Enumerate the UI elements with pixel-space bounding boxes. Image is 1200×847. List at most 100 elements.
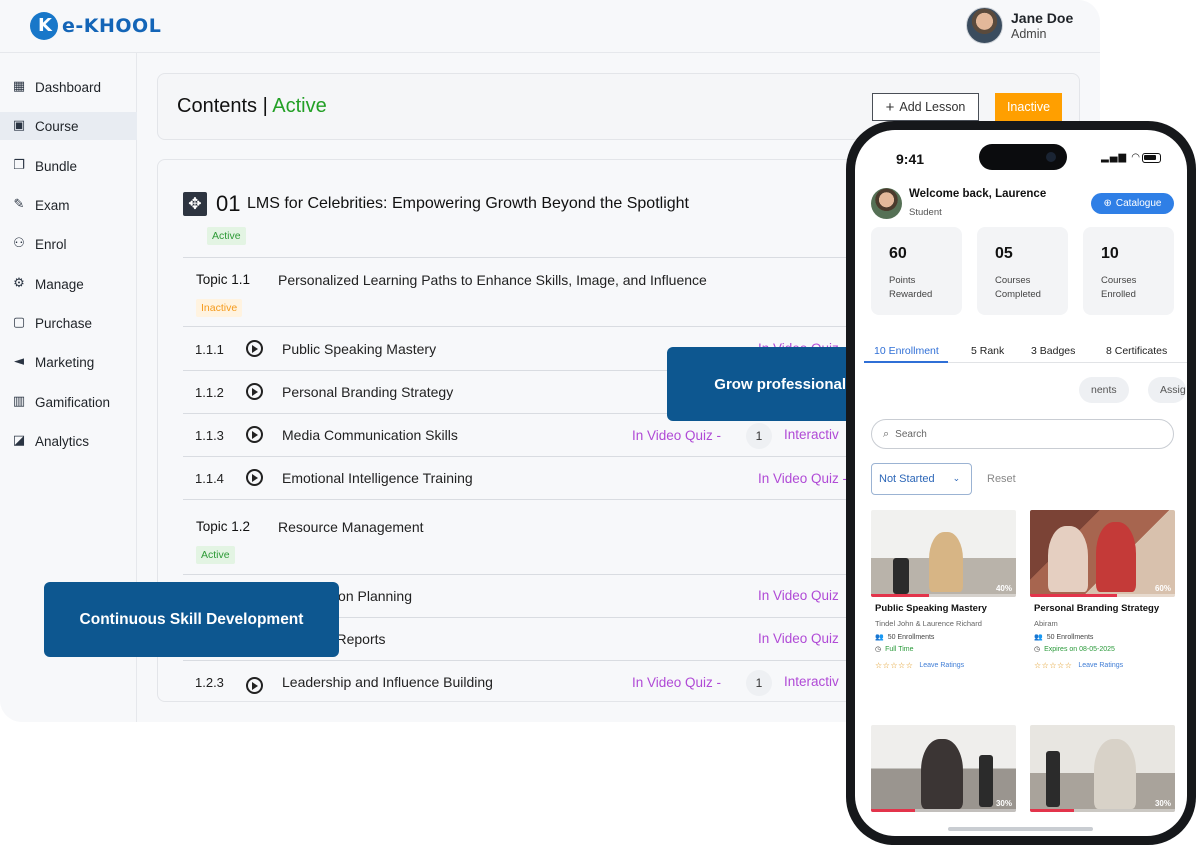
topic-title: Resource Management xyxy=(278,519,424,535)
sidebar-item-label: Purchase xyxy=(35,315,93,331)
row-number: 1.1.2 xyxy=(195,385,224,400)
lesson-title: LMS for Celebrities: Empowering Growth B… xyxy=(247,195,689,212)
camera-figure xyxy=(1046,751,1060,807)
in-video-quiz-label: In Video Quiz - xyxy=(758,471,848,486)
course-card[interactable]: 30% xyxy=(1030,725,1175,812)
dynamic-island xyxy=(979,144,1067,170)
enrol-icon: ⚇ xyxy=(13,236,25,251)
top-bar: e-KHOOL Jane Doe Admin xyxy=(0,0,1100,53)
inactive-button[interactable]: Inactive xyxy=(995,93,1062,121)
sidebar-item-dashboard[interactable]: ▦ Dashboard xyxy=(0,73,137,101)
interactive-label: Interactiv xyxy=(784,427,839,442)
add-lesson-label: Add Lesson xyxy=(899,100,966,114)
search-icon: ⌕ xyxy=(883,427,890,440)
person-figure xyxy=(921,739,963,809)
sidebar-item-course[interactable]: ▣ Course xyxy=(0,112,137,140)
drag-move-icon[interactable]: ✥ xyxy=(183,192,207,216)
tab-rank[interactable]: 5 Rank xyxy=(971,345,1004,357)
row-title[interactable]: Leadership and Influence Building xyxy=(282,674,493,690)
sidebar-item-purchase[interactable]: ▢ Purchase xyxy=(0,309,137,337)
in-video-quiz-label: In Video Quiz - xyxy=(632,428,722,443)
marketing-icon: ◄ xyxy=(14,354,24,369)
tab-badges[interactable]: 3 Badges xyxy=(1031,345,1075,357)
filter-pill[interactable]: Assig xyxy=(1148,377,1186,403)
status-filter-value: Not Started xyxy=(879,473,935,485)
add-lesson-button[interactable]: + Add Lesson xyxy=(872,93,979,121)
manage-icon: ⚙ xyxy=(13,276,25,291)
in-video-quiz-label: In Video Quiz xyxy=(758,631,839,646)
progress-percent: 60% xyxy=(1154,584,1171,593)
user-role: Admin xyxy=(1011,27,1047,41)
clock-icon: ◷ xyxy=(1034,646,1041,653)
sidebar-item-enrol[interactable]: ⚇ Enrol xyxy=(0,230,137,258)
signal-wifi-icon: ▂▄▆ ◠ xyxy=(1101,152,1141,163)
battery-icon xyxy=(1142,153,1161,163)
dashboard-icon: ▦ xyxy=(12,79,26,94)
status-badge: Active xyxy=(207,227,246,245)
callout-banner-bottom: Continuous Skill Development xyxy=(44,582,339,657)
play-icon[interactable] xyxy=(246,340,263,357)
row-number: 1.1.3 xyxy=(195,428,224,443)
users-icon: 👥 xyxy=(875,634,884,641)
course-title: Public Speaking Mastery xyxy=(875,603,987,614)
row-title[interactable]: Personal Branding Strategy xyxy=(282,384,453,400)
course-access: ◷ Full Time xyxy=(871,645,1016,654)
gamification-icon: ▥ xyxy=(12,394,26,409)
leave-ratings-link[interactable]: Leave Ratings xyxy=(1078,662,1123,669)
progress-percent: 40% xyxy=(995,584,1012,593)
row-number: 1.2.3 xyxy=(195,675,224,690)
plus-icon: + xyxy=(885,98,895,116)
status-filter-select[interactable]: Not Started ⌄ xyxy=(871,463,972,495)
home-indicator xyxy=(948,827,1093,831)
course-card[interactable]: 30% xyxy=(871,725,1016,812)
course-card[interactable]: 40% Public Speaking Mastery Tindel John … xyxy=(871,510,1016,670)
camera-figure xyxy=(979,755,993,807)
tab-certificates[interactable]: 8 Certificates xyxy=(1106,345,1167,357)
sidebar-item-bundle[interactable]: ❐ Bundle xyxy=(0,152,137,180)
sidebar-item-gamification[interactable]: ▥ Gamification xyxy=(0,388,137,416)
stat-card: 10 Courses Enrolled xyxy=(1083,227,1174,315)
stat-label: Points Rewarded xyxy=(889,275,933,300)
sidebar-item-label: Gamification xyxy=(35,394,111,410)
enrollments-text: 50 Enrollments xyxy=(887,633,935,641)
topic-title: Personalized Learning Paths to Enhance S… xyxy=(278,272,707,288)
person-figure xyxy=(1094,739,1136,809)
brand-logo[interactable]: e-KHOOL xyxy=(30,12,161,40)
leave-ratings-link[interactable]: Leave Ratings xyxy=(919,662,964,669)
star-rating-icon: ☆☆☆☆☆ xyxy=(875,661,914,670)
globe-icon: ⊕ xyxy=(1103,198,1112,209)
status-badge: Inactive xyxy=(196,299,243,317)
course-author: Tindel John & Laurence Richard xyxy=(875,619,982,628)
row-title[interactable]: Emotional Intelligence Training xyxy=(282,470,473,486)
stat-label: Courses Enrolled xyxy=(1101,275,1137,300)
screenshot-stage: e-KHOOL Jane Doe Admin ▦ Dashboard ▣ Cours… xyxy=(0,0,1200,847)
search-input[interactable]: ⌕ Search xyxy=(871,419,1174,449)
play-icon[interactable] xyxy=(246,426,263,443)
bundle-icon: ❐ xyxy=(13,158,25,173)
play-icon[interactable] xyxy=(246,469,263,486)
sidebar-item-manage[interactable]: ⚙ Manage xyxy=(0,270,137,298)
welcome-text: Welcome back, Laurence xyxy=(909,188,1047,200)
play-icon[interactable] xyxy=(246,383,263,400)
row-title[interactable]: Public Speaking Mastery xyxy=(282,341,436,357)
course-card[interactable]: 60% Personal Branding Strategy Abiram 👥 5… xyxy=(1030,510,1175,670)
access-text: Full Time xyxy=(885,645,914,653)
in-video-quiz-label: In Video Quiz xyxy=(758,588,839,603)
stat-value: 05 xyxy=(995,245,1013,262)
sidebar-item-marketing[interactable]: ◄ Marketing xyxy=(0,348,137,376)
status-time: 9:41 xyxy=(896,151,925,167)
sidebar-item-analytics[interactable]: ◪ Analytics xyxy=(0,427,137,455)
catalogue-button[interactable]: ⊕ Catalogue xyxy=(1091,193,1174,214)
user-profile[interactable]: Jane Doe Admin xyxy=(966,7,1073,44)
course-rating: ☆☆☆☆☆ Leave Ratings xyxy=(1030,661,1175,670)
camera-figure xyxy=(893,558,909,594)
user-role: Student xyxy=(909,207,942,218)
access-text: Expires on 08-05-2025 xyxy=(1044,645,1115,653)
row-title[interactable]: Media Communication Skills xyxy=(282,427,458,443)
tab-enrollment[interactable]: 10 Enrollment xyxy=(874,345,939,357)
filter-pill[interactable]: nents xyxy=(1079,377,1129,403)
reset-button[interactable]: Reset xyxy=(987,473,1016,485)
play-icon[interactable] xyxy=(246,677,263,694)
person-figure xyxy=(1096,522,1136,592)
sidebar-item-exam[interactable]: ✎ Exam xyxy=(0,191,137,219)
